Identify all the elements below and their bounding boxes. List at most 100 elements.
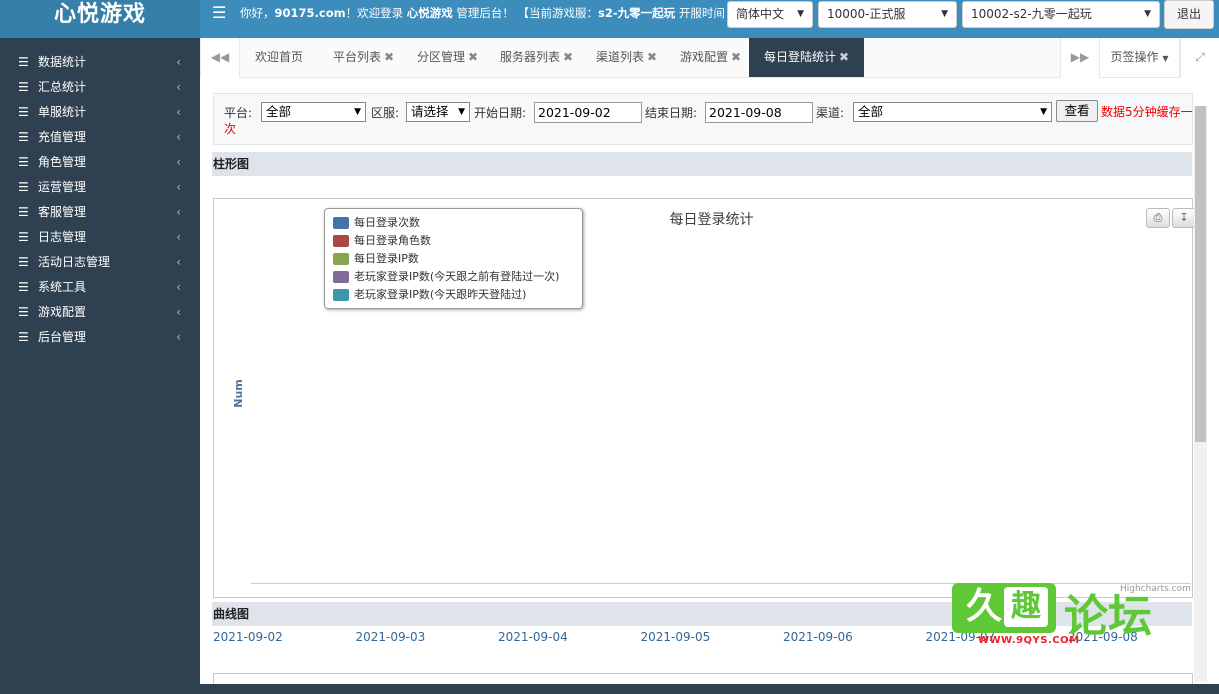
filter-panel: 平台: 全部 ▼ 区服: 请选择 ▼ 开始日期: 2021-09-02 结束日期: …: [213, 93, 1193, 145]
tab-scroll-left-button[interactable]: ◀◀: [200, 38, 240, 78]
legend-label: 每日登录角色数: [354, 234, 431, 247]
legend-item[interactable]: 每日登录次数: [333, 214, 582, 232]
legend-item[interactable]: 老玩家登录IP数(今天跟昨天登陆过): [333, 286, 582, 304]
line-chart: [213, 673, 1193, 684]
close-icon[interactable]: ✖: [563, 50, 573, 64]
tab-game-config[interactable]: 游戏配置 ✖: [680, 38, 741, 77]
sidebar-item[interactable]: ☰ 运营管理 ‹: [0, 175, 200, 200]
close-icon[interactable]: ✖: [384, 50, 394, 64]
menu-icon: ☰: [18, 105, 29, 119]
legend-label: 每日登录IP数: [354, 252, 419, 265]
sidebar-item[interactable]: ☰ 活动日志管理 ‹: [0, 250, 200, 275]
tab-label: 服务器列表: [500, 50, 561, 64]
fullscreen-button[interactable]: ⤢: [1180, 38, 1219, 78]
sidebar-item-label: 单服统计: [38, 105, 87, 119]
tab-scroll-right-button[interactable]: ▶▶: [1060, 38, 1100, 78]
welcome-message: 你好，90175.com！欢迎登录 心悦游戏 管理后台！ 【当前游戏服：s2-九…: [240, 5, 725, 21]
page-ops-dropdown[interactable]: 页签操作 ▼: [1100, 38, 1180, 77]
sidebar-item[interactable]: ☰ 后台管理 ‹: [0, 325, 200, 350]
welcome-mid: ！欢迎登录: [345, 6, 407, 20]
menu-icon: ☰: [18, 80, 29, 94]
legend-label: 每日登录次数: [354, 216, 420, 229]
chevron-down-icon: ▼: [1144, 9, 1151, 19]
environment-value: 10000-正式服: [827, 7, 906, 21]
chevron-left-icon: ‹: [176, 55, 181, 69]
environment-select[interactable]: 10000-正式服 ▼: [818, 1, 957, 28]
tab-daily-login-stats[interactable]: 每日登陆统计 ✖: [749, 38, 865, 77]
menu-icon: ☰: [18, 280, 29, 294]
sidebar-item-label: 客服管理: [38, 205, 87, 219]
sidebar-item-label: 数据统计: [38, 55, 87, 69]
legend-swatch: [333, 217, 349, 229]
tab-platform-list[interactable]: 平台列表 ✖: [333, 38, 394, 77]
close-icon[interactable]: ✖: [839, 50, 849, 64]
date-label: 2021-09-02: [213, 630, 283, 644]
menu-icon: ☰: [18, 55, 29, 69]
legend-label: 老玩家登录IP数(今天跟昨天登陆过): [354, 288, 527, 301]
close-icon[interactable]: ✖: [647, 50, 657, 64]
caret-down-icon: ▼: [1162, 54, 1169, 63]
top-navbar: 心悦游戏 ☰ 你好，90175.com！欢迎登录 心悦游戏 管理后台！ 【当前游…: [0, 0, 1219, 38]
date-label: 2021-09-06: [783, 630, 853, 644]
menu-toggle-icon[interactable]: ☰: [212, 3, 226, 22]
legend-item[interactable]: 老玩家登录IP数(今天跟之前有登陆过一次): [333, 268, 582, 286]
chevron-left-icon: ‹: [176, 330, 181, 344]
chevron-left-icon: ‹: [176, 305, 181, 319]
chevron-left-icon: ‹: [176, 255, 181, 269]
print-button[interactable]: ⎙: [1146, 208, 1170, 228]
legend-swatch: [333, 253, 349, 265]
menu-icon: ☰: [18, 330, 29, 344]
legend-item[interactable]: 每日登录角色数: [333, 232, 582, 250]
current-server-name: s2-九零一起玩: [598, 6, 676, 20]
close-icon[interactable]: ✖: [731, 50, 741, 64]
language-value: 简体中文: [736, 7, 785, 21]
welcome-suffix: 管理后台！ 【当前游戏服：: [452, 6, 599, 20]
welcome-tail: 开服时间: [675, 6, 725, 20]
brand-name: 心悦游戏: [406, 6, 453, 20]
menu-icon: ☰: [18, 180, 29, 194]
sidebar-item[interactable]: ☰ 汇总统计 ‹: [0, 75, 200, 100]
tab-channel-list[interactable]: 渠道列表 ✖: [596, 38, 657, 77]
sidebar-item[interactable]: ☰ 客服管理 ‹: [0, 200, 200, 225]
server-value: 10002-s2-九零一起玩: [971, 7, 1092, 21]
sidebar-item[interactable]: ☰ 数据统计 ‹: [0, 50, 200, 75]
sidebar-item-label: 运营管理: [38, 180, 87, 194]
legend-label: 老玩家登录IP数(今天跟之前有登陆过一次): [354, 270, 560, 283]
chart-legend: 每日登录次数 每日登录角色数 每日登录IP数老玩家登录IP数(今天跟之前有登陆过一次…: [324, 208, 583, 309]
chevron-down-icon: ▼: [941, 9, 948, 19]
sidebar-item-label: 汇总统计: [38, 80, 87, 94]
tab-welcome[interactable]: 欢迎首页: [255, 38, 303, 77]
tab-zone-manage[interactable]: 分区管理 ✖: [417, 38, 478, 77]
legend-swatch: [333, 235, 349, 247]
sidebar-item[interactable]: ☰ 系统工具 ‹: [0, 275, 200, 300]
sidebar-item[interactable]: ☰ 角色管理 ‹: [0, 150, 200, 175]
logout-button[interactable]: 退出: [1164, 0, 1214, 29]
sidebar-item-label: 活动日志管理: [38, 255, 111, 269]
vertical-scrollbar[interactable]: [1194, 106, 1207, 682]
sidebar-item[interactable]: ☰ 充值管理 ‹: [0, 125, 200, 150]
sidebar-item[interactable]: ☰ 日志管理 ‹: [0, 225, 200, 250]
chevron-left-icon: ‹: [176, 155, 181, 169]
sidebar-item-label: 游戏配置: [38, 305, 87, 319]
menu-icon: ☰: [18, 255, 29, 269]
cache-note: 数据5分钟缓存一次: [224, 105, 1193, 136]
watermark-char: 久: [966, 586, 1003, 627]
menu-icon: ☰: [18, 130, 29, 144]
chevron-left-icon: ‹: [176, 130, 181, 144]
language-select[interactable]: 简体中文 ▼: [727, 1, 813, 28]
sidebar-item[interactable]: ☰ 单服统计 ‹: [0, 100, 200, 125]
tab-bar: ◀◀ 欢迎首页 平台列表 ✖ 分区管理 ✖ 服务器列表 ✖ 渠道列表 ✖ 游戏配置 ✖ 每…: [200, 38, 1219, 78]
date-label: 2021-09-03: [355, 630, 426, 644]
download-button[interactable]: ↧: [1172, 208, 1196, 228]
bottom-bar: [200, 684, 1219, 694]
server-select[interactable]: 10002-s2-九零一起玩 ▼: [962, 1, 1160, 28]
scrollbar-thumb[interactable]: [1195, 106, 1206, 442]
chevron-left-icon: ‹: [176, 180, 181, 194]
sidebar-item-label: 系统工具: [38, 280, 87, 294]
legend-item[interactable]: 每日登录IP数: [333, 250, 582, 268]
chevron-down-icon: ▼: [797, 9, 804, 19]
tab-server-list[interactable]: 服务器列表 ✖: [500, 38, 573, 77]
close-icon[interactable]: ✖: [468, 50, 478, 64]
sidebar-item[interactable]: ☰ 游戏配置 ‹: [0, 300, 200, 325]
watermark-url: WWW.9QYS.COM: [978, 635, 1080, 646]
